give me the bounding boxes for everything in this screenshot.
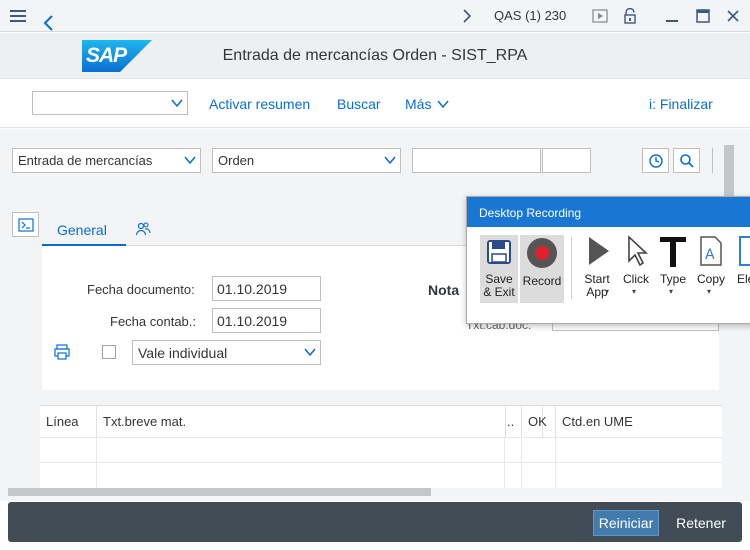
save-icon — [487, 240, 511, 264]
save-exit-label: Save & Exit — [483, 272, 515, 299]
vale-select[interactable]: Vale individual — [132, 340, 321, 365]
fecha-documento-input[interactable]: 01.10.2019 — [212, 276, 321, 301]
printer-icon — [54, 344, 70, 360]
col-header-linea[interactable]: Línea — [40, 406, 97, 437]
fecha-contab-input[interactable]: 01.10.2019 — [212, 308, 321, 333]
type-button[interactable]: Type ▾ — [655, 235, 691, 301]
element-icon — [739, 236, 750, 266]
svg-text:A: A — [705, 247, 715, 263]
order-number-input[interactable] — [412, 148, 541, 173]
element-button[interactable]: Ele — [733, 235, 750, 301]
desktop-recording-panel: Desktop Recording Save & Exit Record Sta… — [466, 196, 750, 324]
reference-select-value: Orden — [218, 153, 255, 168]
finalizar-button[interactable]: i: Finalizar — [649, 96, 713, 112]
fecha-contab-label: Fecha contab.: — [110, 314, 196, 329]
start-app-dropdown-icon: ▾ — [605, 287, 610, 296]
nota-label: Nota — [428, 282, 460, 298]
chevron-down-icon — [304, 348, 316, 357]
horizontal-scrollbar[interactable] — [8, 488, 431, 496]
copy-label: Copy — [696, 272, 725, 286]
search-button[interactable] — [673, 148, 700, 173]
type-dropdown-icon: ▾ — [669, 287, 674, 296]
tab-partners[interactable] — [134, 220, 154, 240]
history-button[interactable] — [642, 148, 669, 173]
record-icon — [527, 238, 557, 268]
type-icon — [660, 237, 686, 267]
chevron-right-icon[interactable] — [458, 6, 476, 26]
activar-resumen-button[interactable]: Activar resumen — [209, 96, 310, 112]
save-exit-button[interactable]: Save & Exit — [480, 235, 518, 303]
chevron-down-icon — [184, 156, 196, 165]
toolbar-divider — [571, 237, 572, 299]
copy-dropdown-icon: ▾ — [707, 287, 712, 296]
tab-general[interactable]: General — [42, 214, 126, 246]
vale-select-value: Vale individual — [138, 345, 228, 361]
users-icon — [135, 222, 151, 236]
copy-button[interactable]: A Copy ▾ — [693, 235, 729, 301]
print-button[interactable] — [53, 343, 71, 361]
reference-select[interactable]: Orden — [212, 148, 401, 173]
fecha-documento-label: Fecha documento: — [87, 282, 195, 297]
search-icon — [679, 153, 694, 168]
toolbar-separator — [712, 148, 720, 173]
toolbar: Activar resumen Buscar Más i: Finalizar — [0, 80, 750, 128]
mas-label: Más — [405, 96, 432, 112]
window-titlebar: QAS (1) 230 — [0, 0, 750, 32]
print-checkbox[interactable] — [102, 345, 116, 359]
lock-icon[interactable] — [621, 6, 639, 26]
back-button[interactable] — [38, 12, 60, 34]
click-label: Click — [623, 272, 649, 286]
mas-button[interactable]: Más — [405, 96, 449, 112]
retener-button[interactable]: Retener — [670, 510, 732, 536]
record-label: Record — [522, 274, 562, 288]
fecha-documento-value: 01.10.2019 — [217, 281, 288, 297]
play-icon[interactable] — [591, 6, 609, 26]
record-button[interactable]: Record — [520, 235, 564, 303]
col-header-dots[interactable]: .. — [505, 406, 522, 437]
items-table: Línea Txt.breve mat. .. OK Ctd.en UME — [40, 405, 722, 488]
chevron-down-icon — [384, 156, 396, 165]
recorder-title: Desktop Recording — [467, 197, 750, 227]
click-button[interactable]: Click ▾ — [619, 235, 653, 301]
hamburger-icon[interactable] — [8, 6, 28, 26]
system-label: QAS (1) 230 — [494, 8, 567, 23]
fecha-contab-value: 01.10.2019 — [217, 313, 288, 329]
expand-header-button[interactable] — [12, 212, 39, 237]
minimize-icon[interactable] — [663, 6, 681, 26]
chevron-down-icon — [437, 100, 449, 109]
collapse-panel-icon — [17, 217, 34, 232]
maximize-icon[interactable] — [694, 6, 712, 26]
start-app-label: Start App — [584, 272, 610, 299]
play-icon — [589, 237, 609, 265]
click-dropdown-icon: ▾ — [632, 287, 637, 296]
clock-icon — [648, 153, 663, 168]
element-label: Ele — [737, 272, 750, 286]
order-item-input[interactable] — [542, 148, 591, 173]
col-header-txt-breve[interactable]: Txt.breve mat. — [97, 406, 543, 437]
table-row[interactable] — [40, 462, 722, 488]
table-row[interactable] — [40, 437, 722, 463]
chevron-left-icon — [43, 15, 53, 31]
col-header-ok[interactable]: OK — [522, 406, 556, 437]
type-label: Type — [659, 272, 686, 286]
copy-icon: A — [700, 236, 722, 266]
reiniciar-button[interactable]: Reiniciar — [593, 510, 659, 536]
start-app-button[interactable]: Start App ▾ — [577, 235, 617, 301]
chevron-down-icon — [171, 99, 183, 108]
col-header-ctd[interactable]: Ctd.en UME — [556, 406, 722, 437]
tab-general-label: General — [57, 222, 107, 238]
close-icon[interactable] — [724, 6, 742, 26]
variant-select[interactable] — [32, 91, 188, 115]
page-title: Entrada de mercancías Orden - SIST_RPA — [222, 47, 528, 64]
transaction-select[interactable]: Entrada de mercancías — [12, 148, 201, 173]
cursor-icon — [628, 235, 649, 267]
transaction-select-value: Entrada de mercancías — [18, 153, 153, 168]
buscar-button[interactable]: Buscar — [337, 96, 381, 112]
